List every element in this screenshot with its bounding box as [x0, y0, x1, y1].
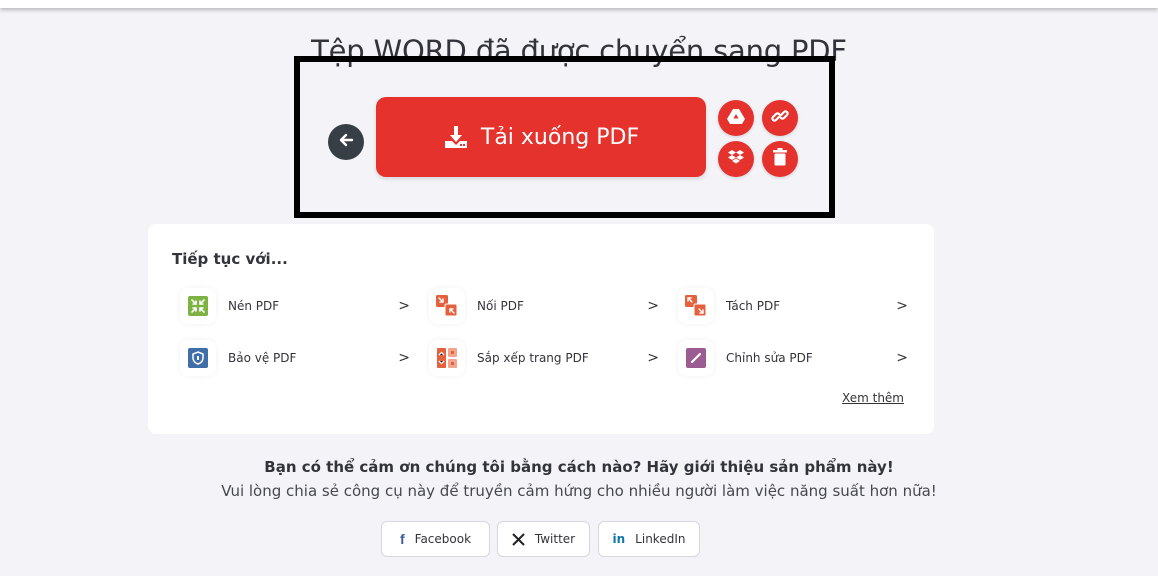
continue-with-card: Tiếp tục với... Nén PDF > Nối PDF > Tách… — [148, 224, 934, 434]
tool-label: Nối PDF — [477, 299, 524, 313]
chevron-right-icon: > — [647, 298, 659, 314]
linkedin-icon: in — [612, 532, 626, 546]
tool-label: Chỉnh sửa PDF — [726, 351, 813, 365]
chevron-right-icon: > — [398, 350, 410, 366]
link-icon — [771, 107, 789, 129]
chevron-right-icon: > — [398, 298, 410, 314]
back-button[interactable] — [328, 124, 364, 160]
share-facebook-button[interactable]: f Facebook — [381, 521, 490, 557]
dropbox-button[interactable] — [718, 141, 754, 177]
chevron-right-icon: > — [647, 350, 659, 366]
tool-split-pdf[interactable]: Tách PDF > — [678, 286, 908, 326]
google-drive-icon — [727, 108, 745, 128]
share-label: Facebook — [414, 532, 472, 546]
chevron-right-icon: > — [896, 350, 908, 366]
tool-label: Bảo vệ PDF — [228, 351, 297, 365]
tool-organize-pdf[interactable]: Sắp xếp trang PDF > — [429, 338, 659, 378]
tool-label: Sắp xếp trang PDF — [477, 351, 589, 365]
organize-icon — [429, 340, 465, 376]
merge-icon — [429, 288, 465, 324]
compress-icon — [180, 288, 216, 324]
shield-icon — [180, 340, 216, 376]
delete-button[interactable] — [762, 141, 798, 177]
see-more-link[interactable]: Xem thêm — [842, 391, 904, 405]
continue-title: Tiếp tục với... — [172, 250, 288, 268]
download-icon — [443, 124, 469, 150]
google-drive-button[interactable] — [718, 100, 754, 136]
tool-edit-pdf[interactable]: Chỉnh sửa PDF > — [678, 338, 908, 378]
edit-icon — [678, 340, 714, 376]
tool-label: Nén PDF — [228, 299, 280, 313]
download-label: Tải xuống PDF — [480, 124, 640, 150]
share-linkedin-button[interactable]: in LinkedIn — [598, 521, 700, 557]
share-twitter-button[interactable]: Twitter — [497, 521, 590, 557]
tool-protect-pdf[interactable]: Bảo vệ PDF > — [180, 338, 410, 378]
tool-merge-pdf[interactable]: Nối PDF > — [429, 286, 659, 326]
arrow-left-icon — [337, 131, 355, 153]
split-icon — [678, 288, 714, 324]
top-bar — [0, 0, 1158, 8]
share-label: Twitter — [534, 532, 576, 546]
share-label: LinkedIn — [635, 532, 686, 546]
facebook-icon: f — [399, 531, 405, 547]
trash-icon — [773, 148, 787, 170]
share-subtext: Vui lòng chia sẻ công cụ này để truyền c… — [221, 482, 937, 500]
tool-compress-pdf[interactable]: Nén PDF > — [180, 286, 410, 326]
dropbox-icon — [727, 149, 745, 169]
x-icon — [512, 532, 525, 546]
tool-label: Tách PDF — [726, 299, 781, 313]
share-heading: Bạn có thể cảm ơn chúng tôi bằng cách nà… — [264, 458, 894, 476]
download-pdf-button[interactable]: Tải xuống PDF — [376, 97, 706, 177]
copy-link-button[interactable] — [762, 100, 798, 136]
page-title: Tệp WORD đã được chuyển sang PDF — [311, 34, 847, 68]
chevron-right-icon: > — [896, 298, 908, 314]
